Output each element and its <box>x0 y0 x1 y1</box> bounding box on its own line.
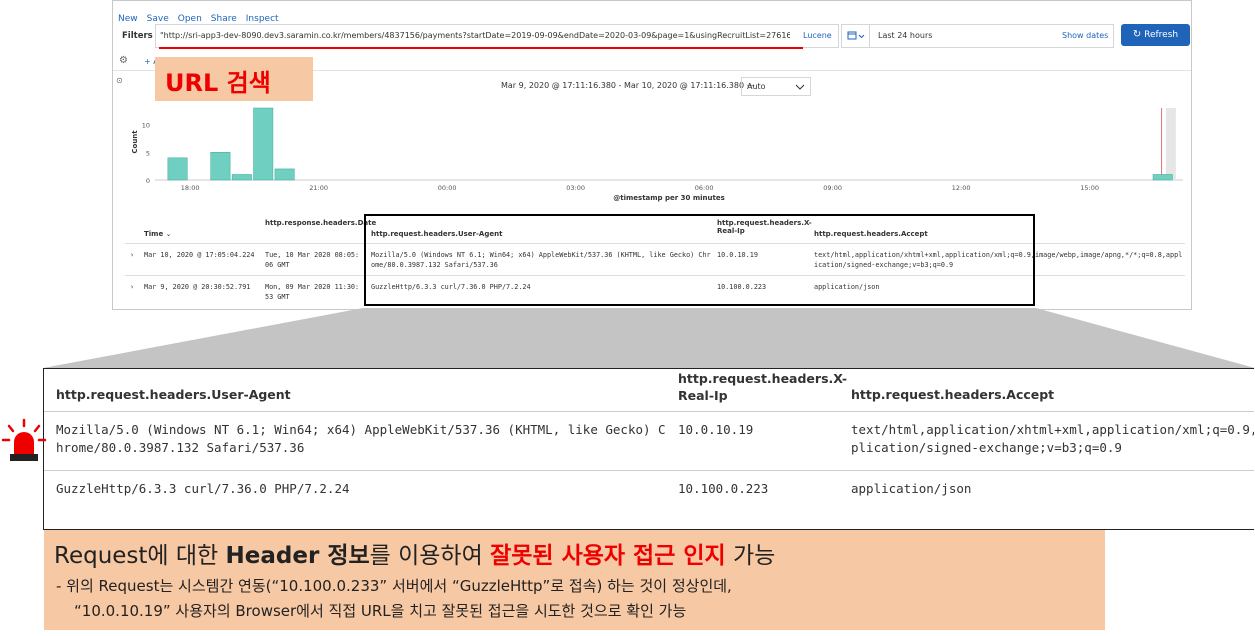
note-line-3: “10.0.10.19” 사용자의 Browser에서 직접 URL을 치고 잘… <box>74 602 687 620</box>
zoom-col-user-agent: http.request.headers.User-Agent <box>56 387 291 402</box>
zoomed-table: http.request.headers.User-Agent http.req… <box>43 368 1254 530</box>
divider <box>44 411 1254 412</box>
zoom-row2-accept: application/json <box>851 481 972 496</box>
zoom-row1-user-agent: Mozilla/5.0 (Windows NT 6.1; Win64; x64)… <box>56 422 666 455</box>
summary-note: Request에 대한 Header 정보를 이용하여 잘못된 사용자 접근 인… <box>44 530 1105 630</box>
zoom-row2-user-agent: GuzzleHttp/6.3.3 curl/7.36.0 PHP/7.2.24 <box>56 481 350 496</box>
divider <box>44 470 1254 471</box>
zoom-col-accept: http.request.headers.Accept <box>851 387 1055 402</box>
note-line-2: - 위의 Request는 시스템간 연동(“10.100.0.233” 서버에… <box>56 577 732 595</box>
zoom-row1-accept: text/html,application/xhtml+xml,applicat… <box>851 422 1254 455</box>
zoom-col-x-real-ip: http.request.headers.X- Real-Ip <box>678 371 848 403</box>
zoom-row2-ip: 10.100.0.223 <box>678 481 769 496</box>
zoom-row1-ip: 10.0.10.19 <box>678 422 754 437</box>
note-headline: Request에 대한 Header 정보를 이용하여 잘못된 사용자 접근 인… <box>54 543 776 569</box>
siren-icon <box>1 418 47 461</box>
zoom-connector <box>43 308 1255 368</box>
